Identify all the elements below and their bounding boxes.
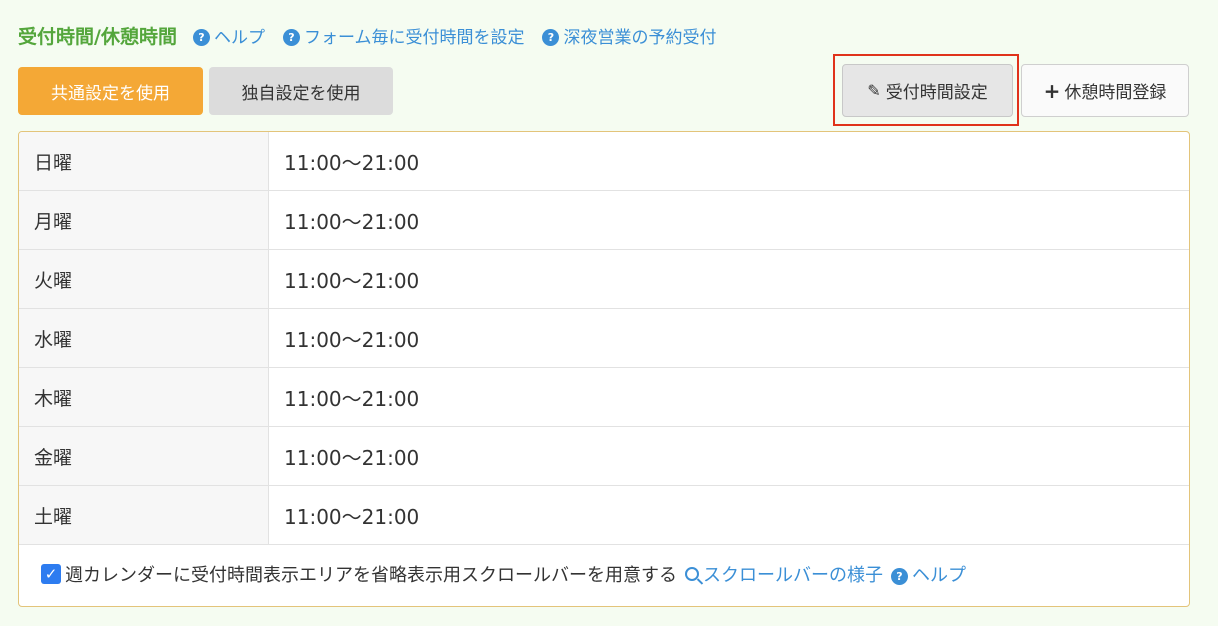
time-range: 11:00〜21:00 [284, 504, 420, 529]
time-range: 11:00〜21:00 [284, 150, 420, 175]
scrollbar-preview-link[interactable]: スクロールバーの様子 [685, 561, 883, 587]
day-label: 火曜 [19, 250, 269, 308]
schedule-row: 水曜 11:00〜21:00 [19, 309, 1189, 368]
schedule-row: 木曜 11:00〜21:00 [19, 368, 1189, 427]
time-range: 11:00〜21:00 [284, 327, 420, 352]
day-label: 水曜 [19, 309, 269, 367]
footer-help-link[interactable]: ? ヘルプ [891, 561, 966, 587]
schedule-row: 金曜 11:00〜21:00 [19, 427, 1189, 486]
schedule-row: 月曜 11:00〜21:00 [19, 191, 1189, 250]
page-title: 受付時間/休憩時間 [18, 25, 177, 48]
time-range: 11:00〜21:00 [284, 386, 420, 411]
schedule-panel: 日曜 11:00〜21:00 月曜 11:00〜21:00 火曜 11:00〜2… [18, 131, 1190, 607]
register-break-label: 休憩時間登録 [1064, 83, 1167, 103]
scrollbar-option: ✓ 週カレンダーに受付時間表示エリアを省略表示用スクロールバーを用意する スクロ… [41, 559, 974, 589]
zoom-icon [685, 567, 699, 581]
register-break-button[interactable]: + 休憩時間登録 [1021, 64, 1189, 117]
per-form-hours-link-label: フォーム毎に受付時間を設定 [303, 27, 525, 48]
header: 受付時間/休憩時間 ? ヘルプ ? フォーム毎に受付時間を設定 ? 深夜営業の予… [18, 20, 734, 50]
help-link[interactable]: ? ヘルプ [192, 23, 265, 48]
question-icon: ? [192, 28, 210, 46]
time-range: 11:00〜21:00 [284, 209, 420, 234]
day-label: 日曜 [19, 132, 269, 190]
pencil-icon: ✎ [867, 81, 881, 100]
scrollbar-checkbox-label: 週カレンダーに受付時間表示エリアを省略表示用スクロールバーを用意する [65, 565, 677, 586]
question-icon: ? [542, 28, 560, 46]
late-night-booking-link[interactable]: ? 深夜営業の予約受付 [542, 23, 716, 48]
question-icon: ? [282, 28, 300, 46]
reception-hours-settings-button[interactable]: ✎ 受付時間設定 [842, 64, 1013, 117]
day-label: 土曜 [19, 486, 269, 544]
help-link-label: ヘルプ [213, 27, 265, 48]
question-icon: ? [891, 567, 908, 585]
schedule-row: 火曜 11:00〜21:00 [19, 250, 1189, 309]
reception-hours-settings-label: 受付時間設定 [885, 83, 988, 103]
scrollbar-preview-label: スクロールバーの様子 [703, 565, 883, 586]
day-label: 金曜 [19, 427, 269, 485]
footer-help-label: ヘルプ [912, 565, 966, 586]
per-form-hours-link[interactable]: ? フォーム毎に受付時間を設定 [282, 23, 525, 48]
time-range: 11:00〜21:00 [284, 445, 420, 470]
use-common-settings-button[interactable]: 共通設定を使用 [18, 67, 203, 115]
use-own-settings-button[interactable]: 独自設定を使用 [209, 67, 393, 115]
plus-icon: + [1043, 78, 1061, 103]
schedule-row: 日曜 11:00〜21:00 [19, 132, 1189, 191]
day-label: 月曜 [19, 191, 269, 249]
late-night-booking-link-label: 深夜営業の予約受付 [563, 27, 717, 48]
scrollbar-checkbox[interactable]: ✓ [41, 564, 61, 584]
schedule-row: 土曜 11:00〜21:00 [19, 486, 1189, 545]
day-label: 木曜 [19, 368, 269, 426]
time-range: 11:00〜21:00 [284, 268, 420, 293]
